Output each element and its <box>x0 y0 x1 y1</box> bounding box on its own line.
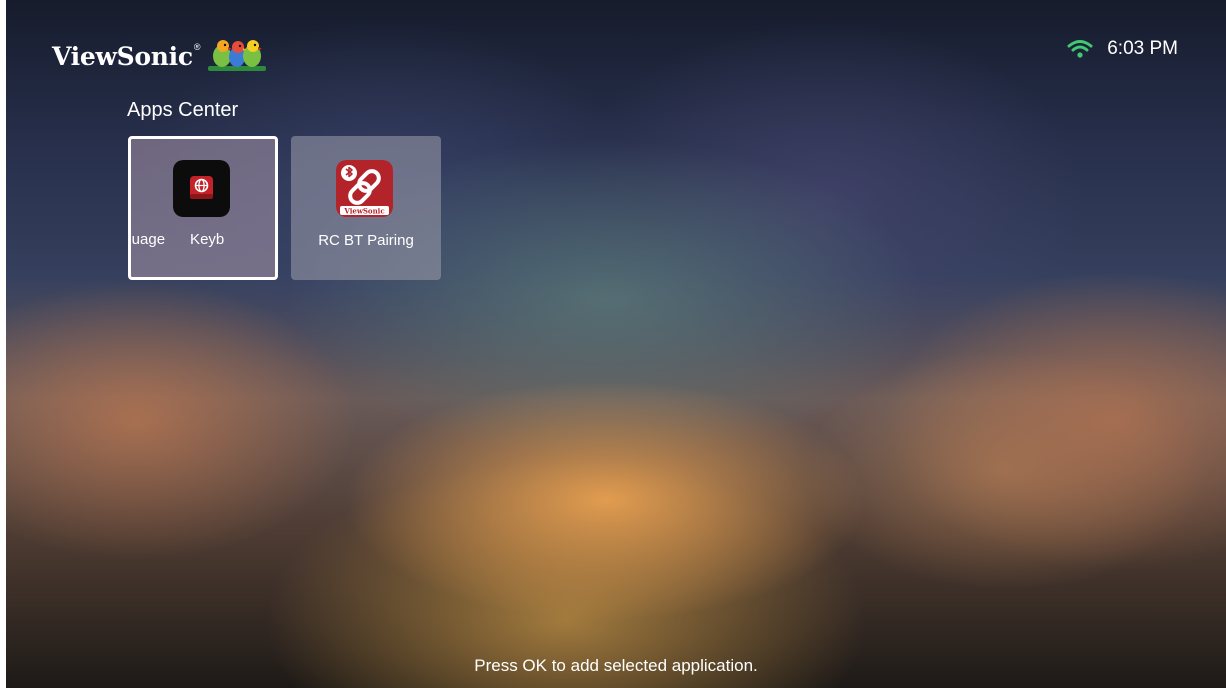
launcher-screen: ViewSonic ® 6:03 PM Apps Center uage Key… <box>6 0 1226 688</box>
viewsonic-logo: ViewSonic ® <box>52 36 268 76</box>
rc-bt-pairing-icon: ViewSonic <box>336 160 393 217</box>
lovebirds-logo-icon <box>208 40 267 71</box>
app-tile-rc-bt-pairing[interactable]: ViewSonic RC BT Pairing <box>291 136 441 280</box>
registered-mark: ® <box>193 42 201 52</box>
app-label-rc-bt-pairing: RC BT Pairing <box>318 232 414 249</box>
status-bar: 6:03 PM <box>1067 38 1178 60</box>
language-keyboard-icon <box>173 160 230 217</box>
app-label-language-keyboard: nguage Keyb <box>131 231 225 248</box>
apps-center-title: Apps Center <box>127 99 239 121</box>
wifi-icon <box>1067 40 1093 58</box>
brand-name: ViewSonic <box>52 41 193 71</box>
footer-hint: Press OK to add selected application. <box>474 656 758 675</box>
clock: 6:03 PM <box>1107 38 1178 59</box>
rc-bt-icon-caption: ViewSonic <box>343 206 384 215</box>
app-tile-language-keyboard[interactable]: nguage Keyb <box>128 136 278 280</box>
